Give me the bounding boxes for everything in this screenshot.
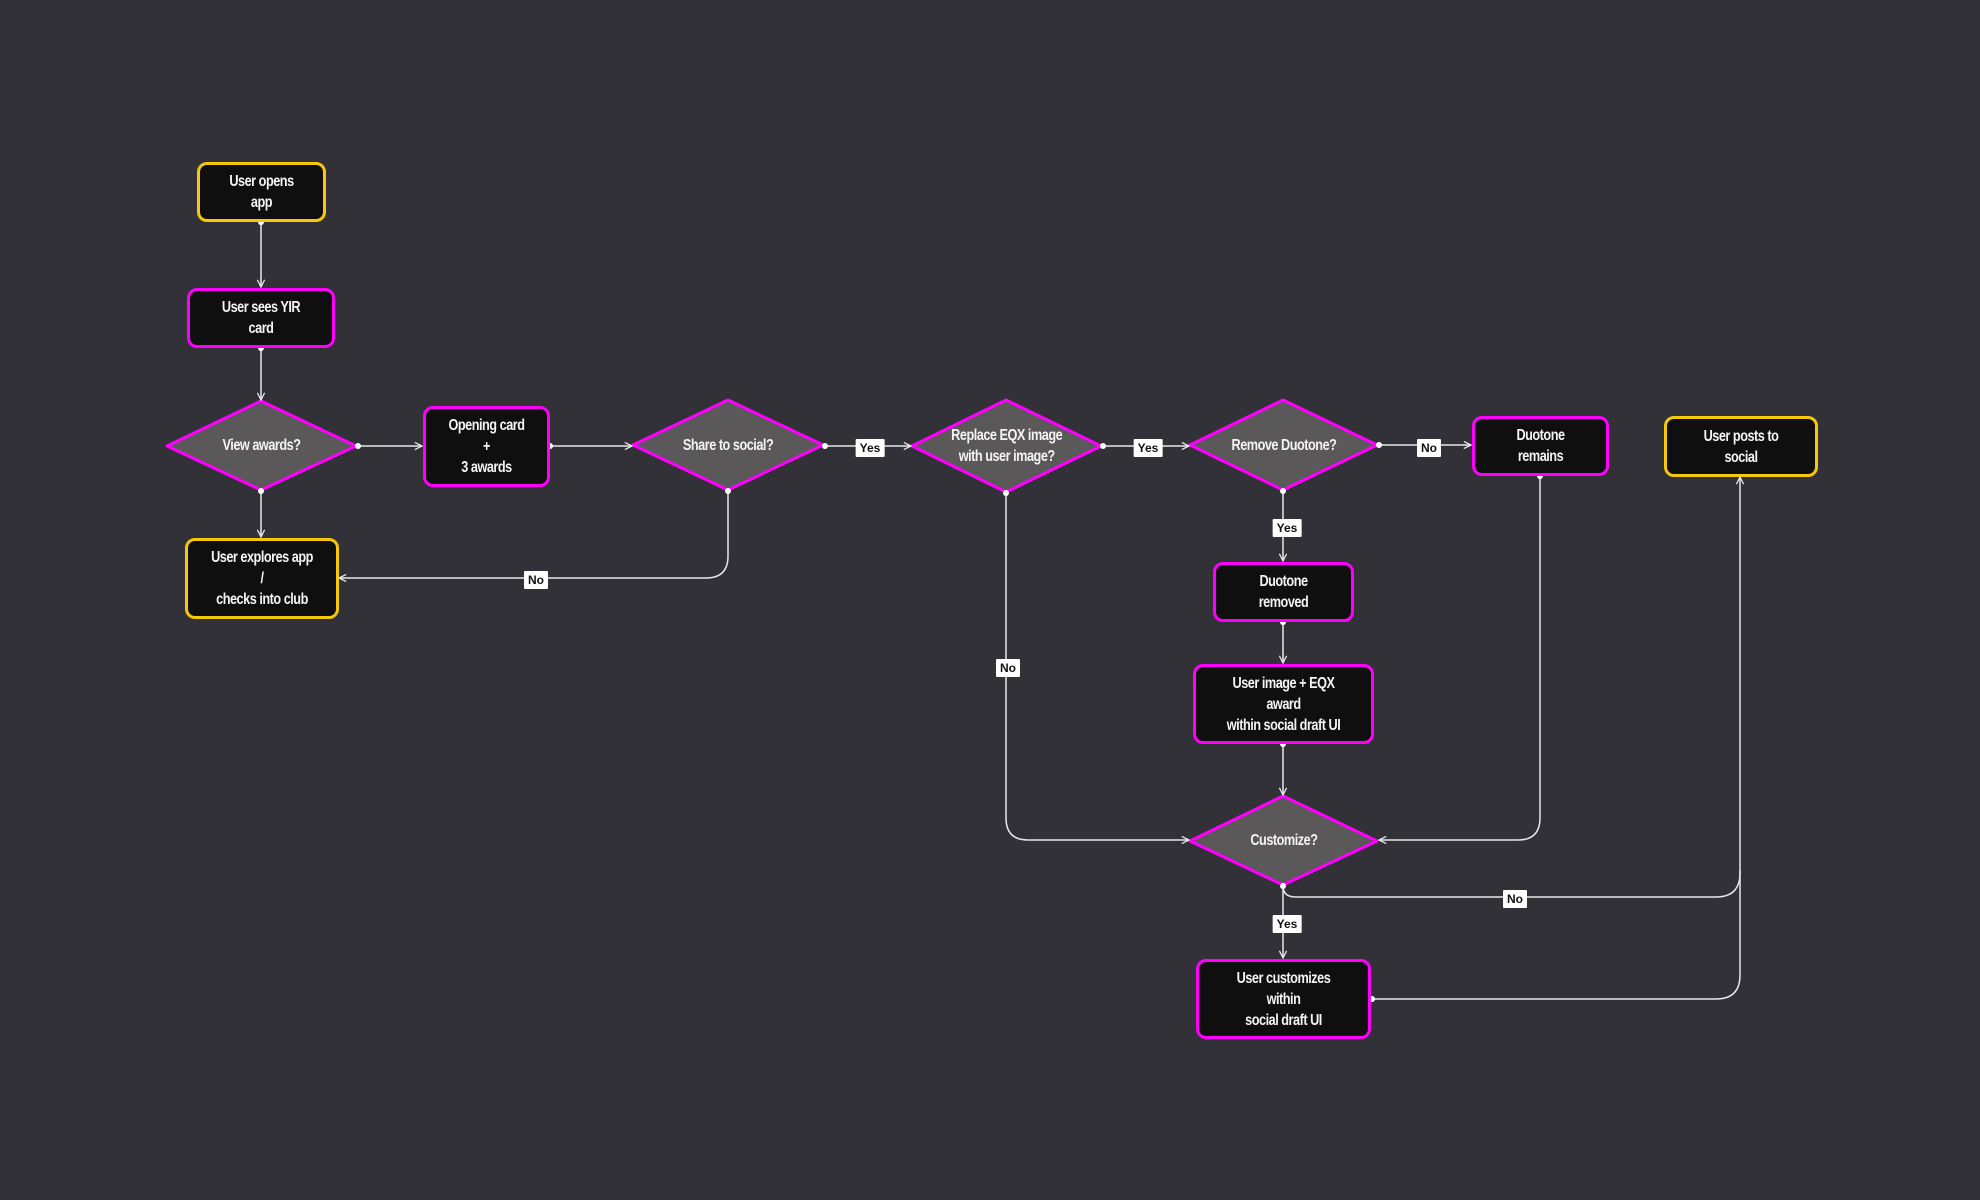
node-label: Opening card + 3 awards	[448, 417, 525, 476]
node-label: User customizes within social draft UI	[1236, 969, 1331, 1029]
edge-share-no-to-explores	[339, 491, 729, 578]
decision-customize-shape[interactable]	[1188, 794, 1379, 887]
node-label: Duotone removed	[1258, 573, 1309, 611]
edge-customizes-to-posts	[1372, 870, 1741, 1000]
edge-remains-to-customize	[1379, 476, 1541, 840]
node-label: Duotone remains	[1516, 427, 1565, 465]
node-duotone-remains[interactable]: Duotone remains	[1472, 416, 1609, 476]
edge-label-replace-no: No	[996, 659, 1020, 677]
node-user-explores-app[interactable]: User explores app / checks into club	[185, 538, 339, 619]
decision-share-to-social-shape[interactable]	[631, 398, 825, 492]
edge-label-remove-yes: Yes	[1272, 519, 1302, 537]
edge-label-replace-yes: Yes	[1133, 439, 1163, 457]
node-user-customizes[interactable]: User customizes within social draft UI	[1196, 959, 1371, 1039]
decision-replace-image-shape[interactable]	[910, 398, 1103, 494]
node-label: User sees YIR card	[221, 299, 301, 337]
edge-label-share-yes: Yes	[855, 439, 885, 457]
node-user-posts-to-social[interactable]: User posts to social	[1664, 416, 1818, 477]
edge-label-share-no: No	[524, 571, 548, 589]
edge-label-remove-no: No	[1417, 439, 1441, 457]
node-user-sees-yir-card[interactable]: User sees YIR card	[187, 288, 335, 348]
node-user-image-eqx-award[interactable]: User image + EQX award within social dra…	[1193, 664, 1374, 744]
edge-replace-no-to-customize	[1005, 493, 1189, 840]
edge-label-customize-yes: Yes	[1272, 915, 1302, 933]
node-label: User explores app / checks into club	[211, 549, 313, 608]
node-duotone-removed[interactable]: Duotone removed	[1213, 562, 1354, 622]
decision-remove-duotone-shape[interactable]	[1188, 398, 1379, 492]
node-label: User opens app	[229, 173, 294, 211]
node-label: User image + EQX award within social dra…	[1226, 674, 1341, 734]
node-opening-card[interactable]: Opening card + 3 awards	[423, 406, 550, 487]
node-user-opens-app[interactable]: User opens app	[197, 162, 326, 222]
decision-view-awards-shape[interactable]	[165, 399, 358, 492]
edge-label-customize-no: No	[1503, 890, 1527, 908]
node-label: User posts to social	[1703, 427, 1779, 466]
